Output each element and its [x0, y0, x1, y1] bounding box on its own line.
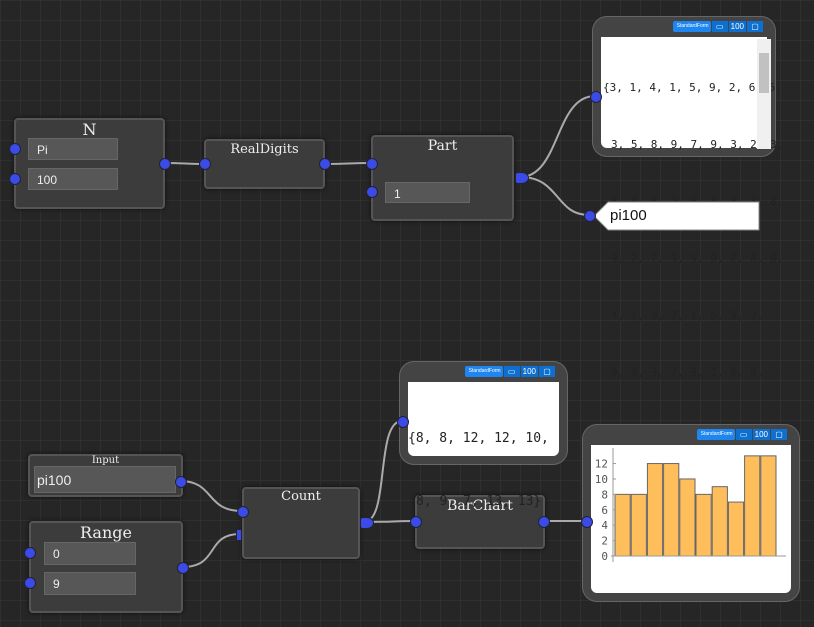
bar [744, 455, 761, 557]
realdigits-in-port[interactable] [199, 158, 211, 170]
part-node[interactable]: Part 1 [371, 135, 514, 221]
barchart-in-port[interactable] [410, 516, 422, 528]
chart-output: StandardForm ▭ 100 ▢ 0 2 4 6 8 10 12 [583, 425, 799, 601]
range-max-input[interactable]: 9 [44, 572, 136, 595]
line: {8, 8, 12, 12, 10, [408, 431, 549, 446]
scrollbar[interactable] [757, 39, 771, 149]
window-icon[interactable]: ▢ [771, 429, 787, 440]
window-icon[interactable]: ▢ [747, 21, 763, 32]
y-tick-label: 8 [601, 488, 608, 501]
label-output-port[interactable] [584, 210, 596, 222]
n-out-port[interactable] [159, 158, 171, 170]
bar [646, 463, 664, 557]
part-in-port-1[interactable] [366, 158, 378, 170]
node-title: Count [281, 489, 321, 504]
input-value[interactable]: pi100 [34, 466, 176, 493]
count-text: {8, 8, 12, 12, 10, 8, 9, 7, 13, 13} [408, 386, 549, 554]
chart-output-port[interactable] [581, 516, 593, 528]
format-select[interactable]: StandardForm [696, 429, 735, 440]
range-node[interactable]: Range 0 9 [29, 521, 183, 613]
bar [679, 478, 696, 557]
bar [663, 463, 680, 557]
y-tick-label: 12 [595, 458, 608, 471]
barchart-out-port[interactable] [538, 516, 550, 528]
n-in-port-2[interactable] [9, 173, 21, 185]
count-output-port[interactable] [397, 416, 409, 428]
part-index-input[interactable]: 1 [385, 182, 470, 203]
y-tick-label: 0 [601, 550, 608, 563]
line: 4, 1, 9, 7, 1, 6, 9, 3, [611, 309, 764, 322]
y-tick-label: 2 [601, 535, 608, 548]
count-out-port[interactable] [360, 517, 374, 529]
bar [760, 455, 777, 557]
count-node[interactable]: Count [242, 487, 360, 559]
digits-output: StandardForm ▭ 100 ▢ {3, 1, 4, 1, 5, 9, … [593, 17, 783, 379]
count-in-port-2[interactable] [236, 529, 242, 541]
n-in-port-1[interactable] [9, 143, 21, 155]
n-input-precision[interactable]: 100 [28, 168, 118, 190]
scrollbar-thumb[interactable] [759, 53, 769, 93]
y-tick-label: 6 [601, 504, 608, 517]
label-output: pi100 [593, 201, 760, 231]
realdigits-out-port[interactable] [319, 158, 331, 170]
line: 3, 2, 7, 9, 5, 0, 2, 8, 8, [611, 252, 784, 265]
frame-icon[interactable]: ▭ [711, 21, 728, 32]
range-in-port-1[interactable] [24, 547, 36, 559]
part-in-port-2[interactable] [366, 186, 378, 198]
output-toolbar: StandardForm ▭ 100 ▢ [696, 429, 787, 440]
line: 8, 9, 7, 13, 13} [416, 494, 542, 509]
node-title: Input [91, 455, 120, 466]
input-out-port[interactable] [175, 476, 187, 488]
output-toolbar: StandardForm ▭ 100 ▢ [672, 21, 763, 32]
count-output: StandardForm ▭ 100 ▢ {8, 8, 12, 12, 10, … [400, 362, 567, 509]
size-button[interactable]: 100 [520, 366, 538, 377]
format-select[interactable]: StandardForm [464, 366, 503, 377]
y-tick-label: 10 [595, 473, 608, 486]
node-title: Part [427, 138, 458, 154]
range-min-input[interactable]: 0 [44, 542, 136, 565]
range-out-port[interactable] [177, 562, 189, 574]
realdigits-node[interactable]: RealDigits [204, 139, 325, 189]
frame-icon[interactable]: ▭ [503, 366, 520, 377]
node-title: RealDigits [230, 142, 299, 157]
frame-icon[interactable]: ▭ [735, 429, 752, 440]
input-node[interactable]: Input pi100 [28, 454, 183, 497]
window-icon[interactable]: ▢ [539, 366, 555, 377]
bar [711, 486, 728, 557]
y-tick-label: 4 [601, 519, 608, 532]
bar-chart: 0 2 4 6 8 10 12 [595, 448, 786, 563]
range-in-port-2[interactable] [24, 577, 36, 589]
node-title: N [82, 120, 97, 139]
bar [727, 501, 745, 557]
n-node[interactable]: N Pi 100 [14, 118, 165, 209]
size-button[interactable]: 100 [728, 21, 746, 32]
bar [614, 493, 631, 557]
size-button[interactable]: 100 [752, 429, 770, 440]
count-in-port-1[interactable] [237, 506, 249, 518]
output-toolbar: StandardForm ▭ 100 ▢ [464, 366, 555, 377]
line: 9, 9, 3, 7, 5, 1, 0, 5, [611, 366, 764, 379]
part-out-port[interactable] [515, 172, 529, 184]
label-text: pi100 [610, 207, 647, 224]
bar [630, 493, 647, 557]
digits-output-port[interactable] [590, 91, 602, 103]
node-title: Range [80, 523, 132, 542]
n-input-expr[interactable]: Pi [28, 138, 118, 160]
format-select[interactable]: StandardForm [672, 21, 711, 32]
bar [695, 493, 712, 557]
